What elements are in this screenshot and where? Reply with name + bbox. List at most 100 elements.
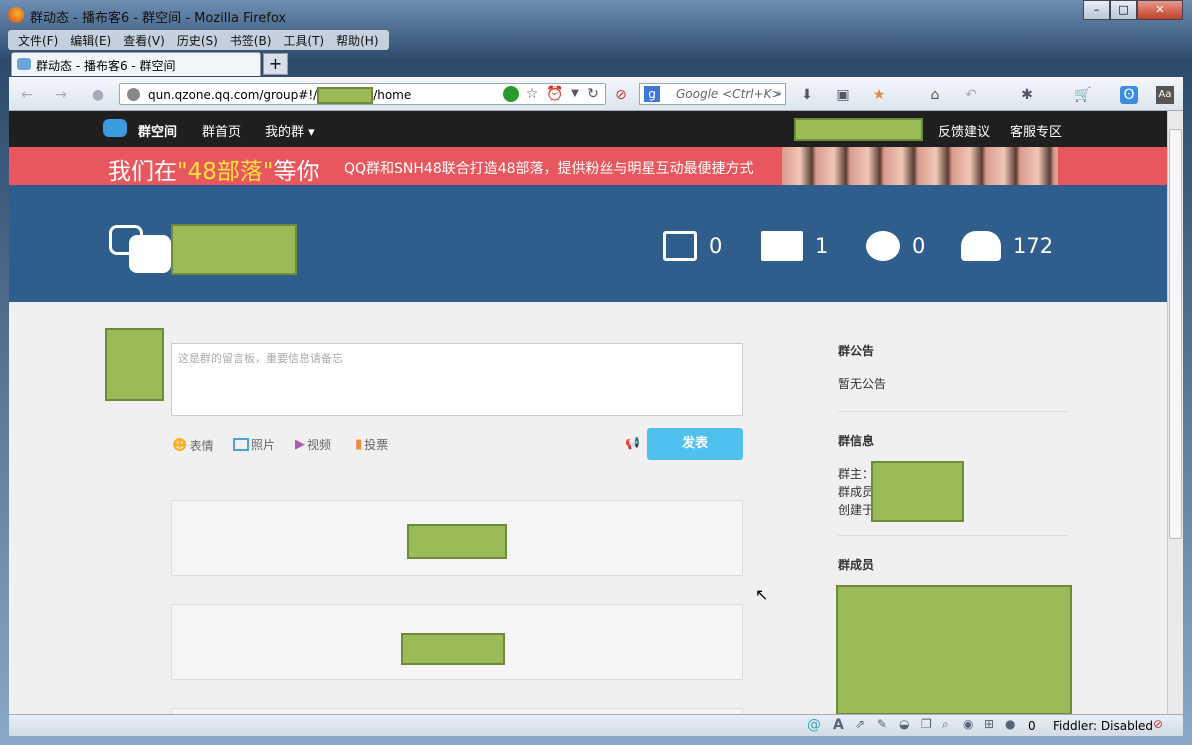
tool-label: 视频 (307, 438, 332, 452)
feedback-link[interactable]: 反馈建议 (938, 121, 990, 140)
tab-active[interactable]: 群动态 - 播布客6 - 群空间 (11, 52, 261, 76)
photo-button[interactable]: 照片 (233, 436, 275, 453)
vote-button[interactable]: ▮ 投票 (355, 436, 388, 453)
forward-icon[interactable]: → (52, 86, 70, 104)
new-tab-button[interactable]: + (263, 53, 288, 75)
undo-icon[interactable]: ↶ (962, 86, 980, 104)
url-input[interactable]: qun.qzone.qq.com/group#!/ /home ☆ ⏰ ▼ ↻ (119, 83, 606, 105)
close-button[interactable]: ✕ (1137, 0, 1183, 20)
tab-label: 群动态 - 播布客6 - 群空间 (36, 59, 176, 73)
alarm-icon[interactable]: ⏰ (546, 85, 564, 103)
menu-file[interactable]: 文件(F) (12, 30, 64, 50)
nav-my-groups[interactable]: 我的群 ▾ (265, 121, 315, 140)
stat-files[interactable]: 1 (761, 231, 828, 261)
blocked-icon[interactable]: ⊘ (612, 86, 630, 104)
nav-home[interactable]: 群首页 (202, 121, 241, 140)
at-icon[interactable]: @ (807, 717, 821, 733)
feed-item (171, 604, 743, 680)
font-icon[interactable]: A (833, 717, 844, 733)
mouse-cursor-icon: ↖ (755, 585, 769, 604)
addon-icon[interactable]: ▣ (834, 86, 852, 104)
promo-banner[interactable]: 我们在"48部落"等你 QQ群和SNH48联合打造48部落，提供粉丝与明星互动最… (9, 147, 1167, 185)
back-icon[interactable]: ← (18, 86, 36, 104)
scrollbar-thumb[interactable] (1169, 129, 1182, 539)
menu-tools[interactable]: 工具(T) (277, 30, 330, 50)
stat-value: 0 (912, 234, 926, 258)
play-icon[interactable]: ● (89, 86, 107, 104)
smiley-icon: ☻ (172, 436, 188, 454)
bug-icon[interactable]: ✱ (1018, 86, 1036, 104)
minimize-button[interactable]: – (1083, 0, 1110, 20)
zoom-icon[interactable]: ⌕ (942, 717, 949, 732)
menu-edit[interactable]: 编辑(E) (64, 30, 117, 50)
menu-bookmarks[interactable]: 书签(B) (224, 30, 278, 50)
sidebar: 群公告 暂无公告 群信息 群主： 群成员 创建于 群成员 (838, 342, 1078, 573)
group-header: 0 1 0 172 (9, 185, 1167, 302)
divider (838, 411, 1068, 412)
green-arrow-icon[interactable] (503, 86, 519, 102)
video-button[interactable]: ▶ 视频 (295, 436, 331, 453)
redacted-block (407, 524, 507, 559)
brush-icon[interactable]: ✎ (877, 717, 887, 731)
notice-text: 暂无公告 (838, 377, 887, 391)
notice-title: 群公告 (838, 344, 875, 358)
media-icon[interactable]: ● (1005, 717, 1015, 731)
firefox-logo-icon (8, 7, 24, 23)
banner-post: 等你 (273, 159, 320, 185)
submit-button[interactable]: 发表 (647, 428, 743, 460)
camera-icon[interactable]: ◉ (963, 717, 973, 731)
google-icon: g (644, 86, 660, 102)
stat-comments[interactable]: 0 (866, 231, 925, 261)
menu-view[interactable]: 查看(V) (117, 30, 171, 50)
user-avatar (105, 328, 164, 401)
message-input[interactable]: 这是群的留言板，重要信息请备忘 (171, 343, 743, 416)
windows-icon[interactable]: ❐ (921, 717, 932, 731)
banner-subtitle: QQ群和SNH48联合打造48部落，提供粉丝与明星互动最便捷方式 (344, 161, 754, 177)
dropdown-icon[interactable]: ▼ (566, 85, 584, 103)
photo-icon (663, 231, 697, 261)
mask-icon[interactable]: ◒ (899, 717, 909, 731)
stat-photos[interactable]: 0 (663, 231, 722, 261)
redacted-block (836, 585, 1072, 714)
reload-icon[interactable]: ↻ (584, 85, 602, 103)
star-badge-icon[interactable]: ★ (870, 86, 888, 104)
menu-help[interactable]: 帮助(H) (330, 30, 384, 50)
extension-icon[interactable]: ʘ (1120, 86, 1138, 104)
fiddler-icon[interactable]: ⊘ (1153, 717, 1163, 731)
add-box-icon[interactable]: ⊞ (984, 717, 994, 731)
bar-chart-icon: ▮ (355, 437, 363, 452)
tool-label: 投票 (364, 438, 389, 452)
redacted-block (317, 87, 374, 104)
banner-pre: 我们在 (108, 159, 177, 185)
site-logo-icon (103, 119, 127, 137)
site-top-nav: 群空间 群首页 我的群 ▾ 反馈建议 客服专区 (9, 111, 1167, 147)
status-count: 0 (1028, 719, 1036, 733)
search-icon[interactable]: ⌕ (775, 86, 782, 101)
reader-icon[interactable]: Aa (1156, 86, 1174, 104)
share-icon[interactable]: ⇗ (855, 717, 865, 731)
stat-members[interactable]: 172 (961, 231, 1053, 261)
fiddler-status[interactable]: Fiddler: Disabled (1053, 719, 1153, 733)
video-icon: ▶ (295, 437, 305, 452)
home-icon[interactable]: ⌂ (926, 86, 944, 104)
download-icon[interactable]: ⬇ (798, 86, 816, 104)
stat-value: 0 (709, 234, 723, 258)
announce-icon[interactable]: 📢 (625, 436, 640, 450)
window-title: 群动态 - 播布客6 - 群空间 - Mozilla Firefox (30, 11, 287, 26)
folder-icon (761, 231, 803, 261)
menu-history[interactable]: 历史(S) (171, 30, 224, 50)
tool-label: 照片 (251, 438, 276, 452)
status-bar: @ A ⇗ ✎ ◒ ❐ ⌕ ◉ ⊞ ● 0 Fiddler: Disabled … (9, 714, 1183, 736)
info-title: 群信息 (838, 434, 875, 448)
emoji-button[interactable]: ☻ 表情 (172, 436, 214, 454)
tool-label: 表情 (189, 438, 214, 453)
cart-icon[interactable]: 🛒 (1074, 86, 1092, 104)
stat-value: 1 (815, 234, 829, 258)
stat-value: 172 (1013, 234, 1054, 258)
support-link[interactable]: 客服专区 (1010, 121, 1062, 140)
bookmark-star-icon[interactable]: ☆ (523, 85, 541, 103)
search-input[interactable]: g Google <Ctrl+K> ⌕ (639, 83, 786, 105)
maximize-button[interactable]: □ (1110, 0, 1137, 20)
vertical-scrollbar[interactable] (1167, 111, 1183, 714)
site-logo-text: 群空间 (138, 125, 178, 140)
